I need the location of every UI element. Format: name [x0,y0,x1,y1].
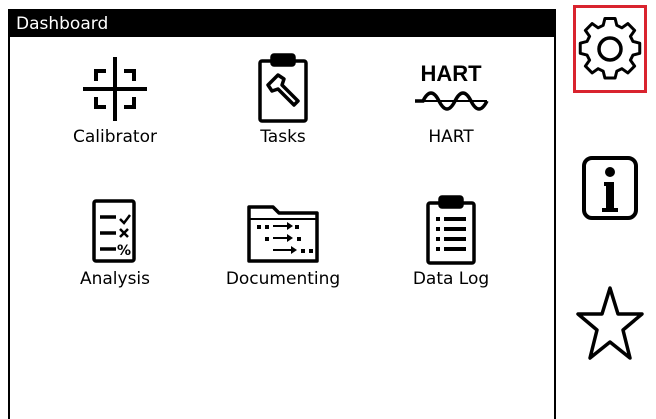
svg-text:%: % [117,243,131,259]
app-data-log[interactable]: Data Log [386,191,516,311]
app-label: Calibrator [73,127,157,147]
app-label: Documenting [225,269,341,289]
checklist-icon: % [92,199,136,263]
app-documenting[interactable]: Documenting [218,191,348,311]
calibrator-crosshair-icon [83,57,147,121]
folder-arrows-icon [247,205,319,263]
clipboard-list-icon [426,195,476,265]
window-title: Dashboard [10,11,554,37]
settings-button[interactable] [573,5,647,93]
hart-icon-text: HART [420,61,482,86]
dashboard-panel: Dashboard Calibrator Tasks HART HART % A… [8,9,556,419]
app-label: Tasks [260,127,306,147]
app-hart[interactable]: HART HART [386,49,516,169]
hart-wave-icon: HART [415,61,489,111]
app-label: HART [428,127,474,147]
gear-icon [578,17,642,80]
app-label: Analysis [79,269,151,289]
favorites-button[interactable] [576,282,644,366]
app-label: Data Log [412,269,490,289]
star-icon [576,286,644,360]
info-icon [582,156,638,220]
info-button[interactable] [576,152,644,224]
app-tasks[interactable]: Tasks [218,49,348,169]
app-calibrator[interactable]: Calibrator [50,49,180,169]
clipboard-wrench-icon [258,53,308,123]
app-analysis[interactable]: % Analysis [50,191,180,311]
